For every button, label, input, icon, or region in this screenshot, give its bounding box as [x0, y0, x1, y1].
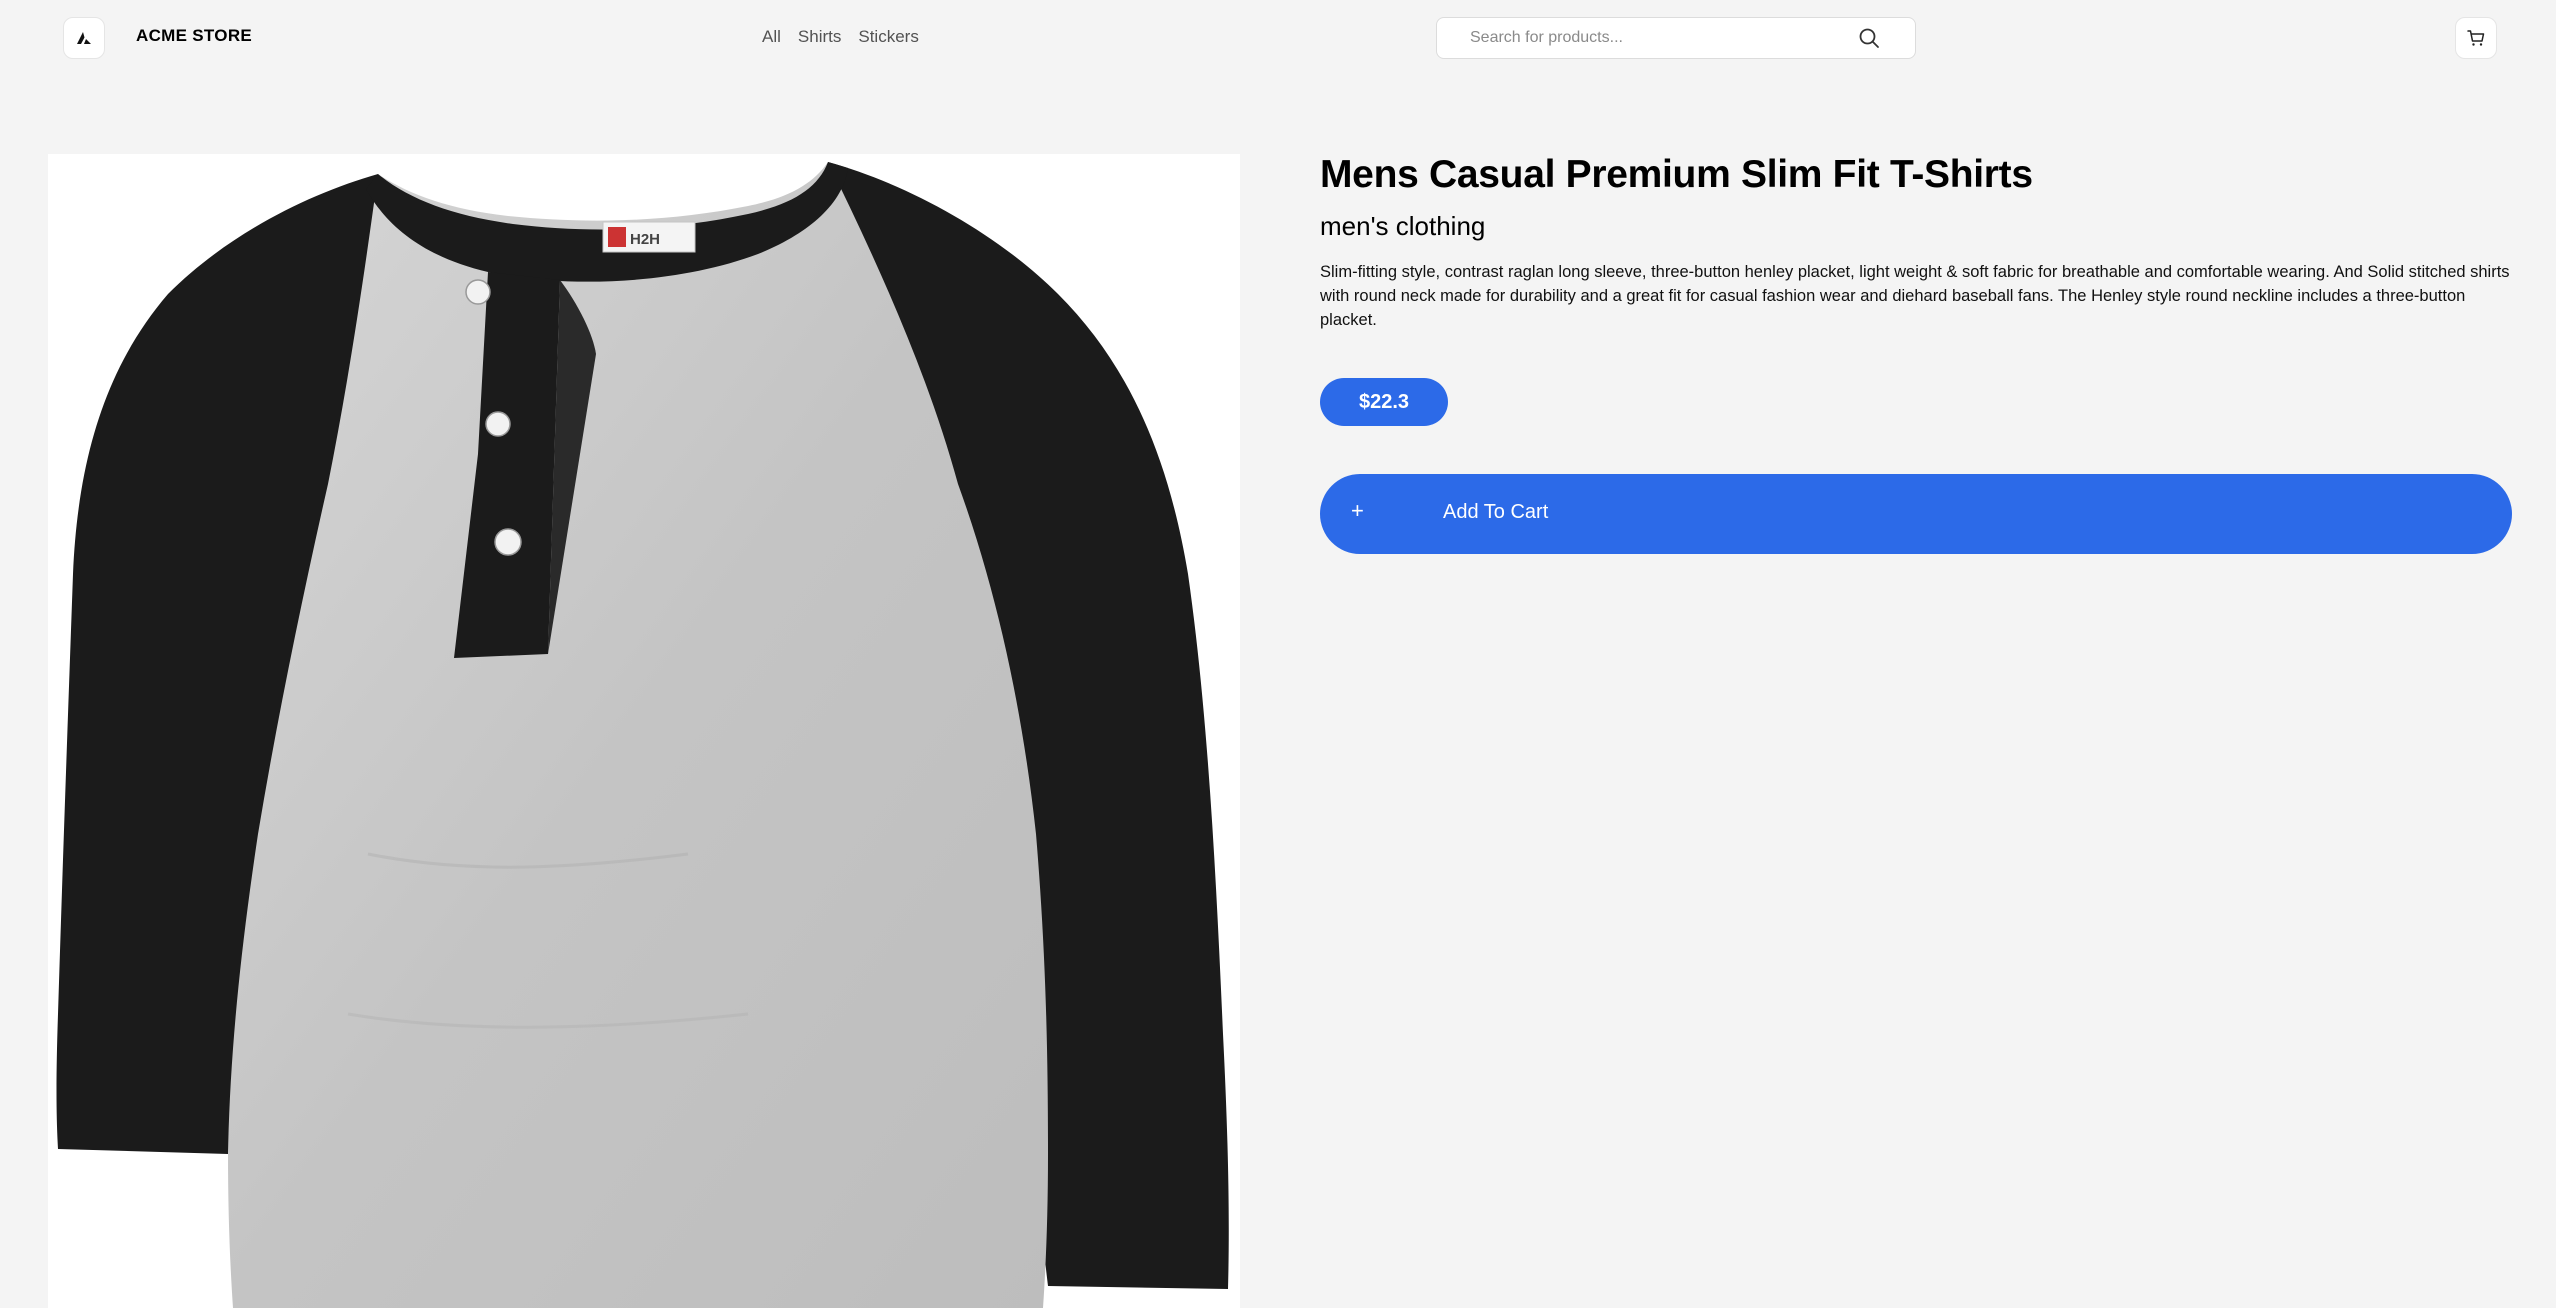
add-to-cart-button[interactable]: + Add To Cart [1320, 474, 2512, 554]
nav-link-stickers[interactable]: Stickers [858, 27, 918, 47]
price-badge: $22.3 [1320, 378, 1448, 426]
triangle-logo-icon [77, 32, 91, 44]
nav-link-all[interactable]: All [762, 27, 781, 47]
product-description: Slim-fitting style, contrast raglan long… [1320, 263, 2510, 329]
product-image: H2H [48, 154, 1240, 1308]
neck-tag-text: H2H [630, 231, 660, 248]
product-image-panel: H2H [48, 154, 1240, 1308]
store-name[interactable]: ACME STORE [136, 26, 252, 46]
cart-icon [2467, 30, 2485, 46]
product-title: Mens Casual Premium Slim Fit T-Shirts [1320, 153, 2033, 196]
plus-icon: + [1351, 498, 1364, 523]
navbar: ACME STORE All Shirts Stickers [0, 0, 2556, 76]
product-category: men's clothing [1320, 211, 1486, 241]
search-input[interactable] [1437, 18, 1857, 58]
store-logo[interactable] [63, 17, 105, 59]
nav-link-shirts[interactable]: Shirts [798, 27, 841, 47]
add-to-cart-label: Add To Cart [1443, 501, 1549, 523]
main-nav: All Shirts Stickers [762, 27, 919, 47]
search-icon[interactable] [1858, 27, 1880, 49]
search-box [1436, 17, 1916, 59]
product-details: Mens Casual Premium Slim Fit T-Shirts me… [1320, 150, 2512, 332]
cart-button[interactable] [2455, 17, 2497, 59]
